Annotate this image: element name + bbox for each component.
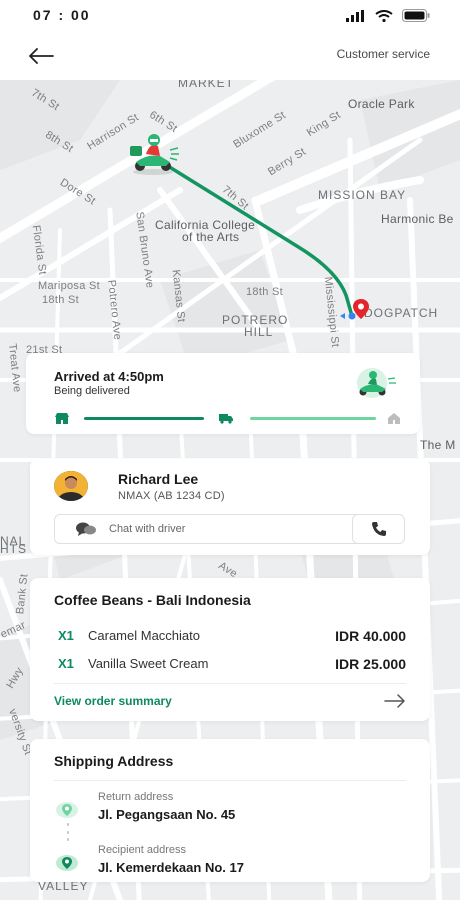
- wifi-icon: [375, 9, 393, 22]
- driver-marker[interactable]: [126, 132, 180, 176]
- destination-marker[interactable]: [352, 298, 370, 320]
- order-item: X1 Caramel Macchiato IDR 40.000: [54, 628, 406, 646]
- recipient-address-value: Jl. Kemerdekaan No. 17: [98, 860, 244, 875]
- progress-segment-done: [84, 417, 204, 420]
- map-label: MISSION BAY: [318, 188, 407, 202]
- delivery-status-card: Arrived at 4:50pm Being delivered: [26, 353, 420, 434]
- store-icon: [55, 413, 69, 424]
- driver-photo: [54, 471, 88, 501]
- order-item: X1 Vanilla Sweet Cream IDR 25.000: [54, 656, 406, 674]
- delivery-status-text: Being delivered: [54, 385, 130, 397]
- item-price: IDR 25.000: [335, 656, 406, 672]
- return-address-label: Return address: [98, 791, 174, 803]
- driver-card: Richard Lee NMAX (AB 1234 CD) Chat with …: [30, 459, 430, 555]
- item-name: Caramel Macchiato: [88, 628, 200, 643]
- phone-icon: [371, 522, 386, 536]
- map-label: 18th St: [42, 294, 79, 306]
- return-address-value: Jl. Pegangsaan No. 45: [98, 807, 236, 822]
- order-title: Coffee Beans - Bali Indonesia: [54, 592, 251, 608]
- arrival-time: Arrived at 4:50pm: [54, 369, 164, 384]
- arrow-left-icon: [29, 48, 54, 64]
- order-card: Coffee Beans - Bali Indonesia X1 Caramel…: [30, 578, 430, 721]
- location-pin-icon: [353, 299, 369, 319]
- chat-with-driver-button[interactable]: Chat with driver: [54, 514, 365, 544]
- return-location-icon: [56, 802, 78, 818]
- courier-illustration: [352, 367, 396, 399]
- home-icon: [388, 413, 400, 424]
- item-quantity: X1: [58, 628, 74, 643]
- map-label: DOGPATCH: [364, 306, 439, 320]
- signal-icon: [346, 9, 364, 22]
- map-label: 18th St: [246, 286, 283, 298]
- view-order-summary-link[interactable]: View order summary: [54, 694, 172, 708]
- item-quantity: X1: [58, 656, 74, 671]
- call-driver-button[interactable]: [352, 514, 405, 544]
- header: Customer service: [0, 32, 460, 80]
- shipping-title: Shipping Address: [54, 753, 174, 769]
- item-price: IDR 40.000: [335, 628, 406, 644]
- customer-service-link[interactable]: Customer service: [337, 47, 430, 61]
- status-icons: [346, 9, 430, 22]
- scooter-rider-icon: [357, 368, 396, 398]
- map-label: HTS: [0, 542, 27, 556]
- map-label: Mariposa St: [38, 280, 100, 292]
- arrow-right-icon[interactable]: [384, 694, 406, 708]
- map-label: Oracle Park: [348, 97, 415, 111]
- recipient-address-label: Recipient address: [98, 844, 187, 856]
- divider: [54, 683, 406, 684]
- progress-segment-pending: [250, 417, 376, 420]
- address-connector: [66, 823, 70, 841]
- map-label: MARKET: [178, 80, 235, 90]
- divider: [54, 780, 406, 781]
- recipient-location-icon: [56, 855, 78, 871]
- map-label: of the Arts: [182, 230, 240, 244]
- driver-vehicle: NMAX (AB 1234 CD): [118, 490, 225, 502]
- item-name: Vanilla Sweet Cream: [88, 656, 209, 671]
- shipping-address-card: Shipping Address Return address Jl. Pega…: [30, 739, 430, 882]
- map-label: The M: [420, 438, 456, 452]
- driver-avatar: [54, 471, 88, 501]
- scooter-rider-icon: [130, 134, 179, 175]
- chat-bubbles-icon: [76, 522, 96, 536]
- delivery-progress: [54, 411, 400, 425]
- map-label: Harmonic Be: [381, 212, 454, 226]
- battery-icon: [402, 9, 430, 22]
- driver-name: Richard Lee: [118, 471, 199, 487]
- status-time: 07 : 00: [33, 7, 91, 23]
- map-label: HILL: [244, 325, 274, 339]
- delivery-truck-icon: [219, 414, 233, 424]
- chat-button-label: Chat with driver: [109, 523, 186, 535]
- status-bar: 07 : 00: [0, 0, 460, 32]
- back-button[interactable]: [28, 42, 60, 70]
